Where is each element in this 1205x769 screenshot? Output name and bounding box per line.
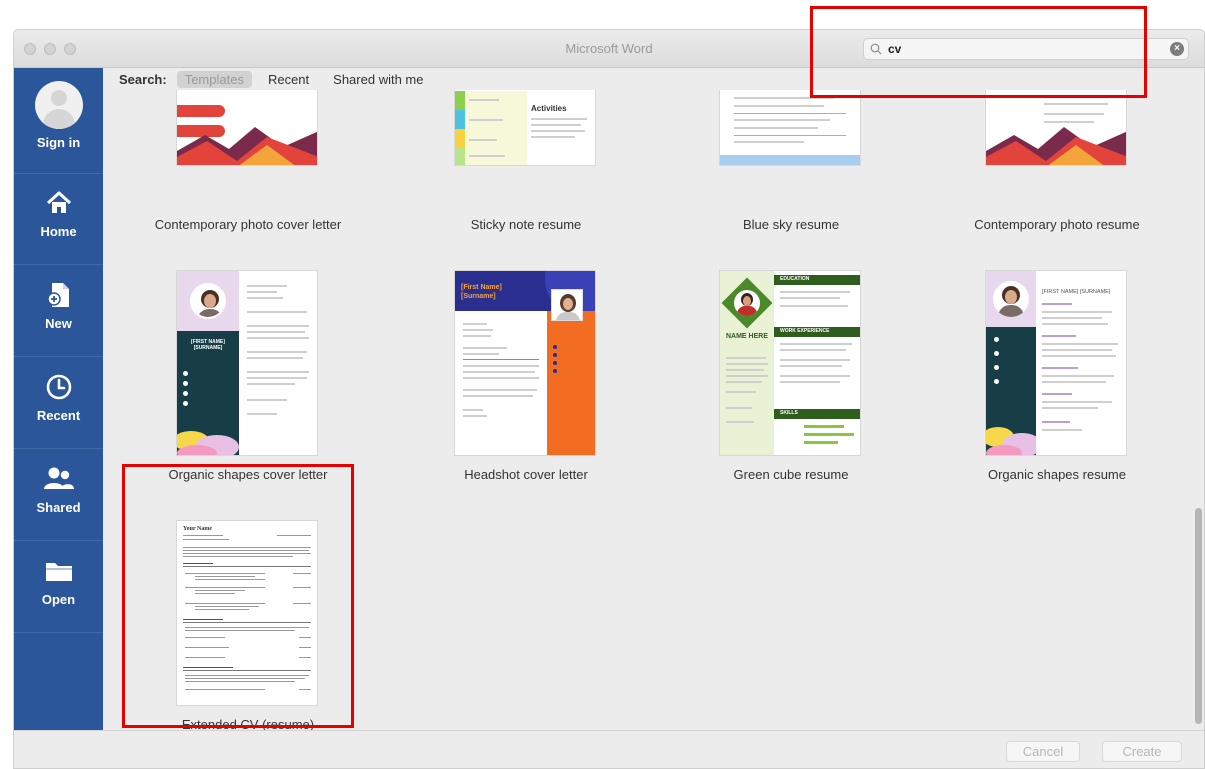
template-label[interactable]: Headshot cover letter (411, 467, 641, 482)
sidebar-divider (14, 540, 103, 541)
sidebar-item-new[interactable]: New (14, 280, 103, 331)
sidebar-item-home[interactable]: Home (14, 188, 103, 239)
new-document-icon (46, 283, 69, 307)
template-thumbnail[interactable] (719, 90, 861, 166)
scrollbar-thumb[interactable] (1195, 508, 1202, 724)
template-thumbnail[interactable]: [FIRST NAME] [SURNAME] (985, 270, 1127, 456)
template-thumbnail[interactable] (985, 90, 1127, 166)
sidebar-item-label: New (45, 316, 72, 331)
avatar-icon (34, 81, 83, 129)
thumb-name: [First Name] [Surname] (461, 284, 502, 300)
thumb-name: [FIRST NAME] [SURNAME] (191, 339, 225, 351)
sidebar-item-label: Sign in (36, 135, 81, 150)
thumb-name: NAME HERE (725, 333, 768, 340)
sidebar-item-sign-in[interactable]: Sign in (14, 81, 103, 150)
search-highlight-box (810, 6, 1147, 98)
clock-icon (46, 374, 71, 400)
home-icon (46, 191, 71, 213)
template-label[interactable]: Organic shapes resume (942, 467, 1172, 482)
template-thumbnail[interactable]: Activities (454, 90, 596, 166)
thumb-section: EDUCATION (780, 276, 810, 282)
sidebar-item-label: Recent (36, 408, 81, 423)
dialog-footer: Cancel Create (14, 730, 1204, 768)
people-icon (43, 467, 74, 489)
search-scope-label: Search: (119, 71, 167, 87)
sidebar-divider (14, 356, 103, 357)
gallery-scrollbar[interactable] (1190, 90, 1204, 730)
template-label[interactable]: Contemporary photo cover letter (133, 217, 363, 232)
sidebar-divider (14, 632, 103, 633)
sidebar-item-label: Open (41, 592, 76, 607)
tab-recent[interactable]: Recent (260, 71, 317, 88)
template-thumbnail[interactable] (176, 90, 318, 166)
template-label[interactable]: Contemporary photo resume (942, 217, 1172, 232)
template-thumbnail[interactable]: [First Name] [Surname] (454, 270, 596, 456)
thumb-section: WORK EXPERIENCE (780, 328, 830, 334)
template-label[interactable]: Blue sky resume (676, 217, 906, 232)
sidebar-item-label: Shared (36, 500, 81, 515)
sidebar-divider (14, 448, 103, 449)
template-label[interactable]: Green cube resume (676, 467, 906, 482)
folder-icon (45, 563, 72, 581)
sidebar: Sign in Home New Recent Shared Open (14, 68, 103, 768)
sidebar-item-shared[interactable]: Shared (14, 464, 103, 515)
tab-shared-with-me[interactable]: Shared with me (325, 71, 431, 88)
create-button[interactable]: Create (1102, 741, 1182, 762)
thumb-section: SKILLS (780, 410, 798, 416)
template-thumbnail[interactable]: [FIRST NAME] [SURNAME] (176, 270, 318, 456)
cancel-button[interactable]: Cancel (1006, 741, 1080, 762)
sidebar-divider (14, 173, 103, 174)
template-highlight-box (122, 464, 354, 728)
sidebar-item-recent[interactable]: Recent (14, 372, 103, 423)
tab-templates[interactable]: Templates (176, 70, 252, 88)
sidebar-item-label: Home (40, 224, 77, 239)
clear-icon[interactable]: × (1170, 42, 1184, 56)
sidebar-item-open[interactable]: Open (14, 556, 103, 607)
template-thumbnail[interactable]: NAME HERE EDUCATION WORK EXPERIENCE SKIL… (719, 270, 861, 456)
template-label[interactable]: Sticky note resume (411, 217, 641, 232)
thumb-heading: Activities (531, 104, 567, 113)
sidebar-divider (14, 264, 103, 265)
thumb-name: [FIRST NAME] [SURNAME] (1042, 289, 1111, 295)
